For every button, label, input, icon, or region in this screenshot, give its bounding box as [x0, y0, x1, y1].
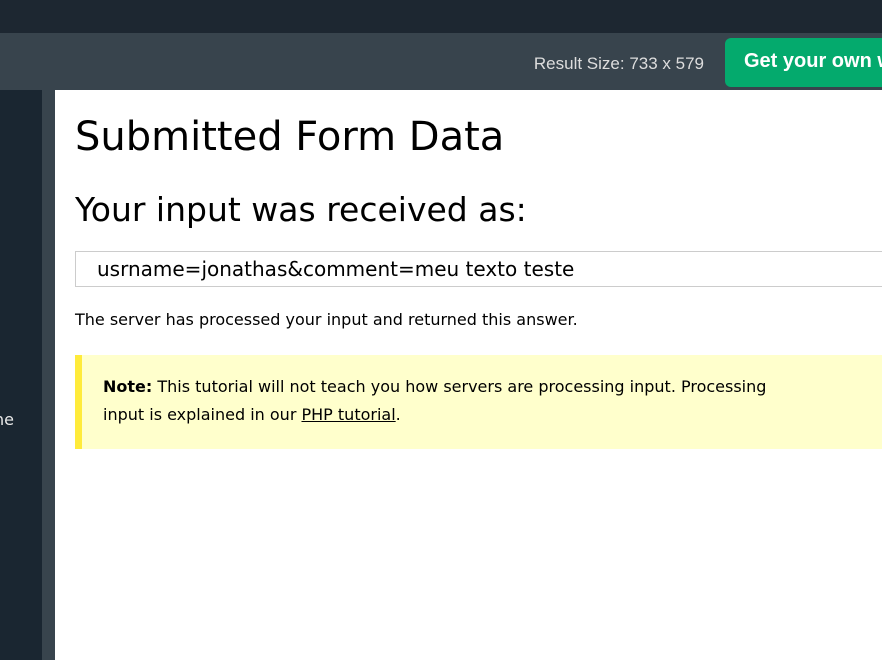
- note-label: Note:: [103, 377, 153, 396]
- result-toolbar: Result Size: 733 x 579 Get your own w: [0, 33, 882, 90]
- note-text-1: This tutorial will not teach you how ser…: [152, 377, 767, 396]
- panel-resize-divider[interactable]: [42, 90, 55, 660]
- note-box: Note: This tutorial will not teach you h…: [75, 355, 882, 449]
- note-text-3: .: [395, 405, 401, 424]
- get-your-own-website-button[interactable]: Get your own w: [725, 38, 882, 87]
- result-size-label: Result Size: 733 x 579: [533, 54, 704, 73]
- note-line-1: Note: This tutorial will not teach you h…: [103, 377, 766, 396]
- page-title: Submitted Form Data: [75, 114, 505, 160]
- top-bar: [0, 0, 882, 33]
- submitted-data-box: usrname=jonathas&comment=meu texto teste: [75, 251, 882, 287]
- server-answer-text: The server has processed your input and …: [75, 310, 578, 329]
- code-editor-panel[interactable]: ne: [0, 90, 42, 660]
- result-frame: Submitted Form Data Your input was recei…: [55, 90, 882, 660]
- received-heading: Your input was received as:: [75, 190, 527, 229]
- note-line-2: input is explained in our PHP tutorial.: [103, 405, 401, 424]
- note-text-2: input is explained in our: [103, 405, 302, 424]
- editor-partial-text: ne: [0, 410, 14, 429]
- php-tutorial-link[interactable]: PHP tutorial: [301, 405, 395, 424]
